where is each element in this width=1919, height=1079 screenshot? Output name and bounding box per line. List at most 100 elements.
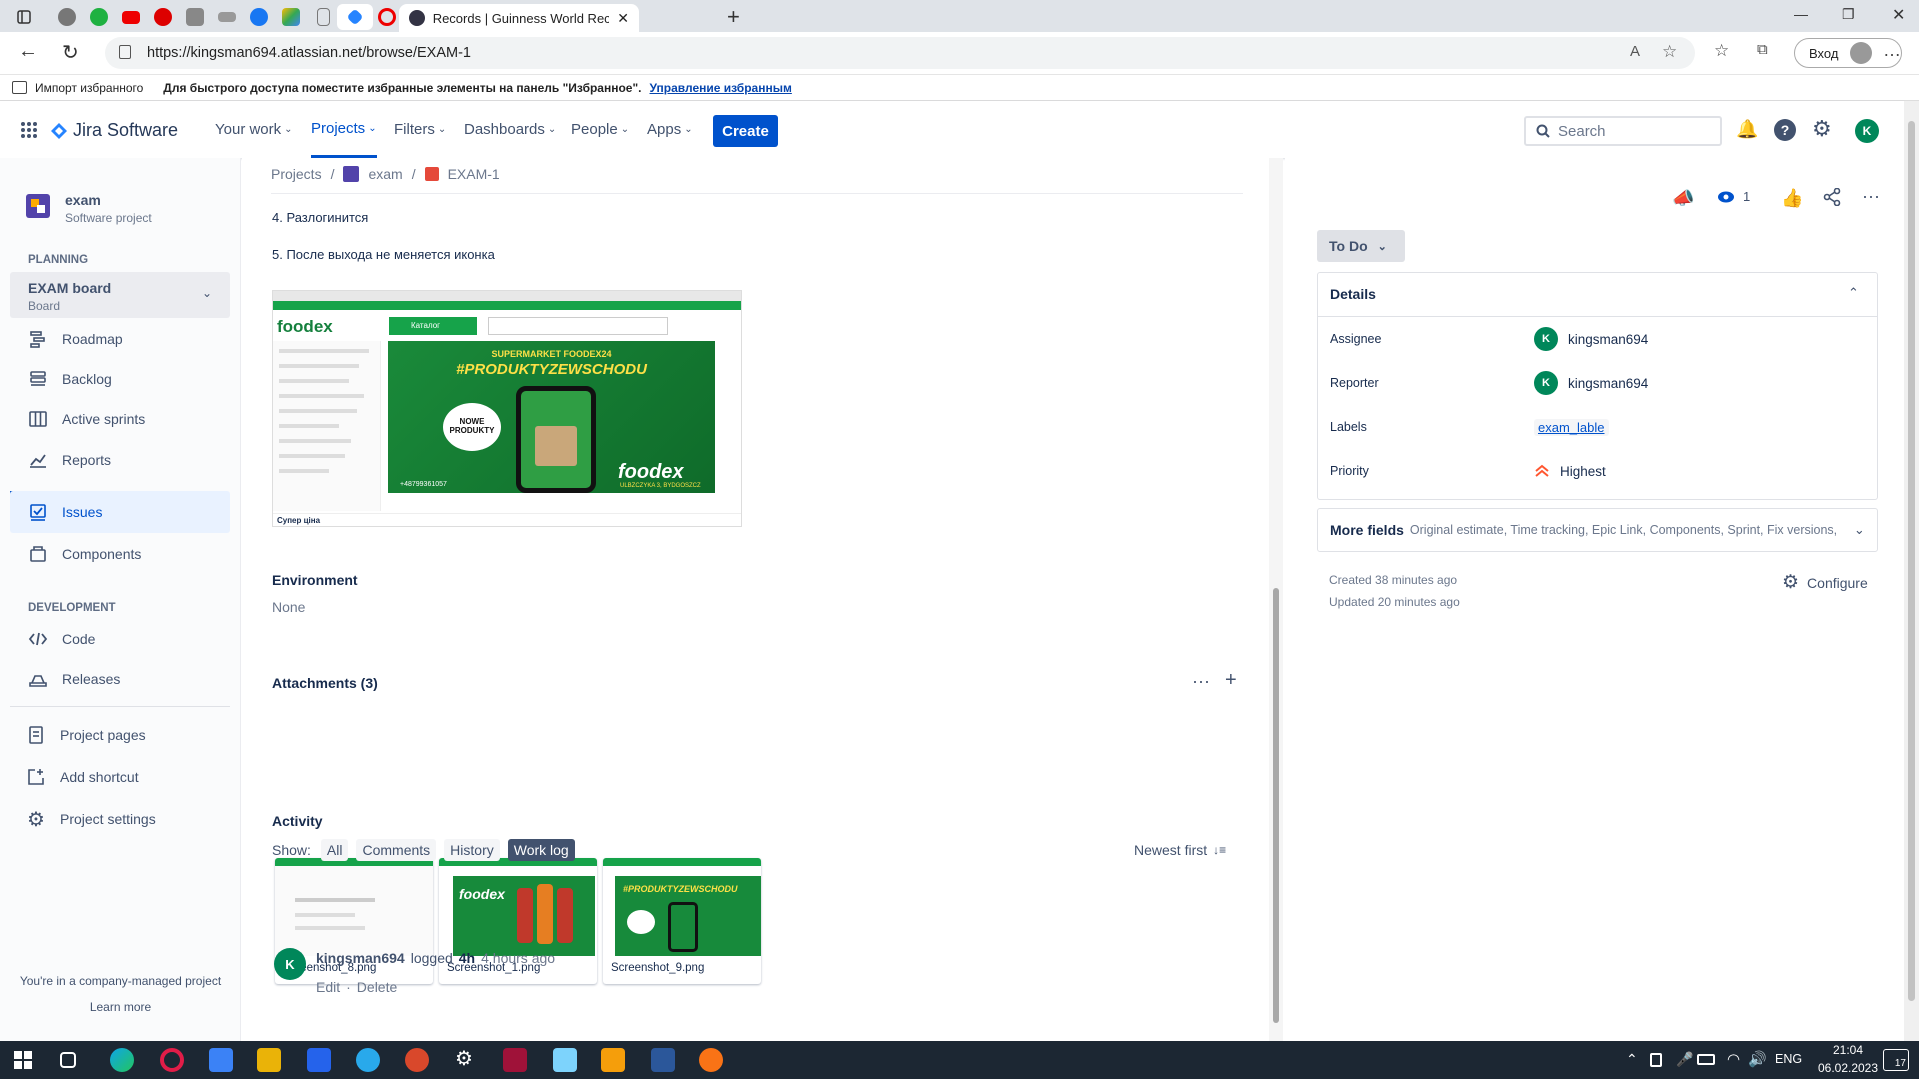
project-name[interactable]: exam <box>65 192 101 208</box>
file-explorer-icon[interactable] <box>257 1048 281 1072</box>
nav-filters[interactable]: Filters ⌄ <box>394 101 446 158</box>
sidebar-item-code[interactable]: Code <box>10 618 230 660</box>
help-icon[interactable]: ? <box>1774 119 1796 141</box>
sidebar-item-add-shortcut[interactable]: Add shortcut <box>10 756 230 798</box>
wifi-icon[interactable]: ◠ <box>1727 1050 1740 1068</box>
url-field[interactable]: https://kingsman694.atlassian.net/browse… <box>105 37 1695 69</box>
tab-pinned-4[interactable] <box>145 4 181 30</box>
tab-actions-icon[interactable] <box>6 4 42 30</box>
like-icon[interactable]: 👍 <box>1781 188 1803 209</box>
notepad-icon[interactable] <box>553 1048 577 1072</box>
sidebar-item-project-pages[interactable]: Project pages <box>10 714 230 756</box>
sidebar-item-releases[interactable]: Releases <box>10 658 230 700</box>
tab-pinned-2[interactable] <box>81 4 117 30</box>
board-selector[interactable]: EXAM board Board ⌄ <box>10 272 230 318</box>
priority-field[interactable]: Highest <box>1534 464 1606 479</box>
configure-button[interactable]: ⚙ Configure <box>1782 571 1868 594</box>
breadcrumb-projects[interactable]: Projects <box>271 166 322 182</box>
new-tab-button[interactable]: + <box>727 4 740 30</box>
settings-icon[interactable]: ⚙ <box>1812 116 1832 142</box>
manage-favorites-link[interactable]: Управление избранным <box>650 81 792 95</box>
worklog-user[interactable]: kingsman694 <box>316 950 405 966</box>
more-menu-icon[interactable]: … <box>1883 40 1901 61</box>
feedback-icon[interactable]: 📣 <box>1672 188 1694 209</box>
opera-icon[interactable] <box>160 1048 184 1072</box>
user-avatar[interactable]: K <box>1855 119 1879 143</box>
mail-icon[interactable] <box>209 1048 233 1072</box>
clock-date[interactable]: 06.02.2023 <box>1810 1061 1886 1075</box>
status-dropdown[interactable]: To Do ⌄ <box>1317 230 1405 262</box>
more-fields-section[interactable]: More fields Original estimate, Time trac… <box>1317 508 1878 552</box>
settings-icon[interactable]: ⚙ <box>455 1046 479 1070</box>
tab-facebook[interactable] <box>241 4 277 30</box>
filter-work-log[interactable]: Work log <box>507 839 575 861</box>
filter-all[interactable]: All <box>320 839 349 861</box>
breadcrumb-project[interactable]: exam <box>368 166 402 182</box>
sidebar-item-active-sprints[interactable]: Active sprints <box>10 398 230 440</box>
tab-guinness[interactable]: Records | Guinness World Records ✕ <box>399 4 639 32</box>
main-scrollbar[interactable] <box>1269 158 1283 1041</box>
favorites-icon[interactable]: ☆ <box>1714 41 1729 61</box>
nav-your-work[interactable]: Your work ⌄ <box>215 101 293 158</box>
watch-button[interactable]: 1 <box>1717 189 1750 204</box>
learn-more-link[interactable]: Learn more <box>0 1000 241 1014</box>
powerpoint-icon[interactable] <box>405 1048 429 1072</box>
collections-icon[interactable]: ⧉ <box>1757 41 1768 58</box>
jira-logo[interactable]: Jira Software <box>51 120 178 141</box>
notification-center-icon[interactable]: 17 <box>1883 1049 1909 1071</box>
windows-start-icon[interactable] <box>14 1051 32 1069</box>
breadcrumb-issue-key[interactable]: EXAM-1 <box>448 166 500 182</box>
page-scrollbar[interactable] <box>1904 101 1919 1041</box>
worklog-avatar[interactable]: K <box>274 948 306 980</box>
word-icon[interactable] <box>651 1048 675 1072</box>
nav-dashboards[interactable]: Dashboards ⌄ <box>464 101 556 158</box>
labels-field[interactable]: exam_lable <box>1534 418 1609 436</box>
reporter-field[interactable]: K kingsman694 <box>1534 371 1648 395</box>
mic-icon[interactable]: 🎤 <box>1676 1051 1693 1068</box>
app-switcher-icon[interactable] <box>20 121 38 139</box>
close-icon[interactable]: ✕ <box>617 10 629 27</box>
share-icon[interactable] <box>1823 188 1841 206</box>
assignee-field[interactable]: K kingsman694 <box>1534 327 1648 351</box>
sidebar-item-backlog[interactable]: Backlog <box>10 358 230 400</box>
refresh-icon[interactable]: ↻ <box>62 40 79 65</box>
label-chip[interactable]: exam_lable <box>1534 418 1609 436</box>
paint-icon[interactable] <box>699 1048 723 1072</box>
minimize-button[interactable]: — <box>1794 6 1808 22</box>
tab-pinned-6[interactable] <box>209 4 245 30</box>
add-attachment-icon[interactable]: + <box>1225 669 1237 692</box>
winrar-icon[interactable] <box>503 1048 527 1072</box>
tab-pinned-5[interactable] <box>177 4 213 30</box>
tab-doc[interactable] <box>305 4 341 30</box>
read-aloud-icon[interactable]: A <box>1630 43 1640 60</box>
telegram-icon[interactable] <box>356 1048 380 1072</box>
clock-time[interactable]: 21:04 <box>1818 1043 1878 1057</box>
video-player-icon[interactable] <box>601 1048 625 1072</box>
page-scrollbar-thumb[interactable] <box>1908 121 1915 1001</box>
edge-icon[interactable] <box>110 1048 134 1072</box>
sort-button[interactable]: Newest first ↓≡ <box>1134 842 1226 858</box>
window-close-button[interactable]: ✕ <box>1892 5 1905 25</box>
language-indicator[interactable]: ENG <box>1775 1052 1802 1066</box>
battery-icon[interactable] <box>1697 1054 1715 1065</box>
tab-jira[interactable] <box>337 4 373 30</box>
nav-apps[interactable]: Apps ⌄ <box>647 101 693 158</box>
volume-icon[interactable]: 🔊 <box>1748 1050 1767 1068</box>
tab-youtube[interactable] <box>113 4 149 30</box>
delete-worklog-link[interactable]: Delete <box>357 979 397 995</box>
sidebar-item-roadmap[interactable]: Roadmap <box>10 318 230 360</box>
scrollbar-thumb[interactable] <box>1273 588 1279 1023</box>
nav-projects[interactable]: Projects ⌄ <box>311 101 377 158</box>
more-icon[interactable]: ··· <box>1192 671 1210 692</box>
nav-people[interactable]: People ⌄ <box>571 101 629 158</box>
details-header[interactable]: Details ⌃ <box>1318 273 1877 317</box>
create-button[interactable]: Create <box>713 115 778 147</box>
sidebar-item-issues[interactable]: Issues <box>10 491 230 533</box>
description-screenshot[interactable]: foodex Каталог SUPERMARKET FOODEX24 #PRO… <box>272 290 742 527</box>
add-favorite-icon[interactable]: ☆ <box>1662 42 1677 62</box>
task-view-icon[interactable] <box>60 1052 76 1068</box>
network-tray-icon[interactable] <box>1650 1053 1662 1067</box>
back-icon[interactable]: ← <box>18 40 38 63</box>
tab-pinned-1[interactable] <box>49 4 85 30</box>
sidebar-item-project-settings[interactable]: ⚙ Project settings <box>10 798 230 840</box>
